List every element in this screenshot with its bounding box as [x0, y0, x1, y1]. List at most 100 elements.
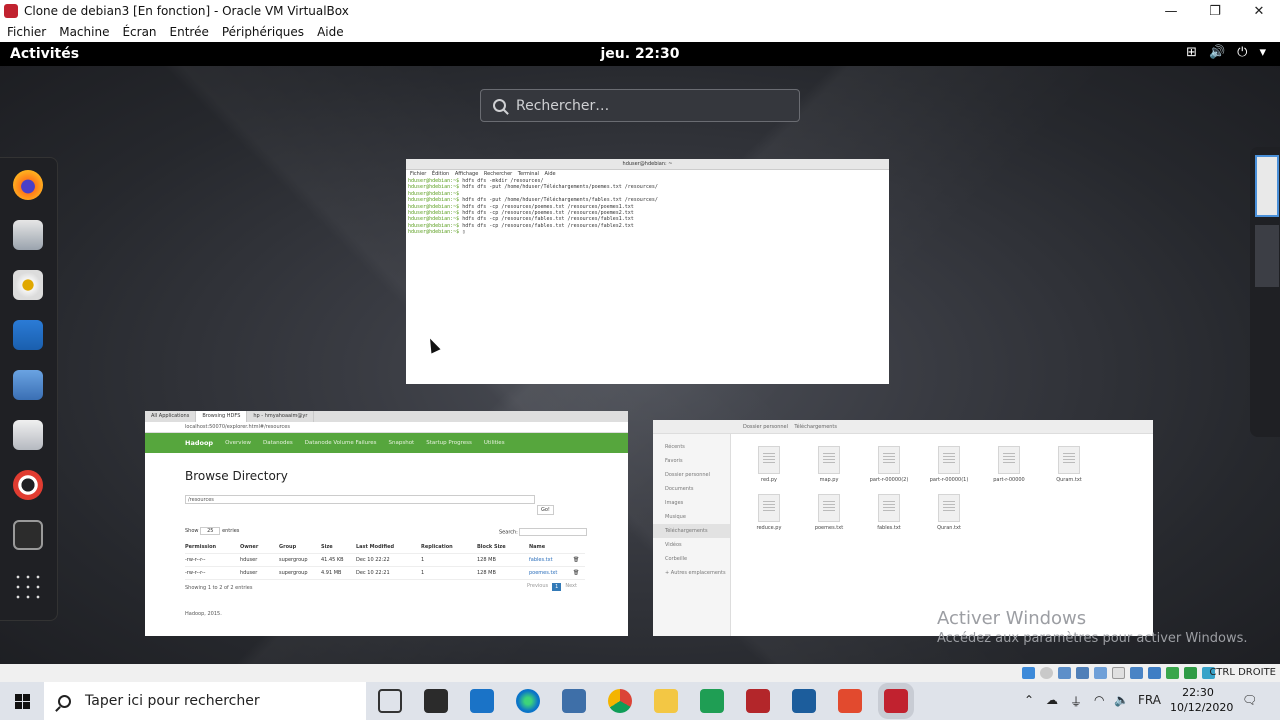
trash-icon[interactable]: 🗑: [573, 570, 579, 576]
recording-indicator-icon[interactable]: [1148, 667, 1161, 679]
menu-ecran[interactable]: Écran: [122, 25, 156, 39]
task-view-icon[interactable]: [378, 689, 402, 713]
wifi-icon[interactable]: ◠: [1094, 693, 1104, 707]
browser-tab[interactable]: All Applications: [145, 411, 197, 422]
language-indicator[interactable]: FRA: [1138, 693, 1161, 707]
sidebar-item-favorites[interactable]: Favoris: [653, 454, 730, 468]
photos-icon[interactable]: [792, 689, 816, 713]
sidebar-item-images[interactable]: Images: [653, 496, 730, 510]
audio-indicator-icon[interactable]: [1058, 667, 1071, 679]
nav-item[interactable]: Startup Progress: [426, 440, 472, 446]
sidebar-item-downloads[interactable]: Téléchargements: [653, 524, 730, 538]
network-indicator-icon[interactable]: [1076, 667, 1089, 679]
start-button[interactable]: [0, 682, 44, 720]
files-window[interactable]: Dossier personnel Téléchargements Récent…: [653, 420, 1153, 636]
sidebar-item-documents[interactable]: Documents: [653, 482, 730, 496]
display-indicator-icon[interactable]: [1130, 667, 1143, 679]
close-icon[interactable]: ✕: [1236, 0, 1280, 22]
browser-window[interactable]: All Applications Browsing HDFS hp - hmya…: [145, 411, 628, 636]
clock[interactable]: jeu. 22:30: [0, 46, 1280, 62]
breadcrumb-downloads[interactable]: Téléchargements: [794, 424, 837, 430]
browser-tab[interactable]: hp - hmyahoaaim@yr: [247, 411, 315, 422]
usb-indicator-icon[interactable]: [1094, 667, 1107, 679]
workspace-1[interactable]: [1255, 155, 1279, 217]
app-icon[interactable]: [838, 689, 862, 713]
menu-entree[interactable]: Entrée: [170, 25, 209, 39]
sidebar-item-other-locations[interactable]: + Autres emplacements: [653, 566, 730, 580]
table-search-input[interactable]: [519, 528, 588, 536]
sidebar-item-home[interactable]: Dossier personnel: [653, 468, 730, 482]
files-icon[interactable]: [13, 370, 43, 400]
file-item[interactable]: part-r-00000(1): [919, 446, 979, 494]
help-icon[interactable]: [13, 470, 43, 500]
chrome-icon[interactable]: [608, 689, 632, 713]
minimize-icon[interactable]: —: [1148, 0, 1194, 22]
mouse-integration-icon[interactable]: [1184, 667, 1197, 679]
entries-select[interactable]: 25: [200, 527, 221, 535]
trash-icon[interactable]: 🗑: [573, 557, 579, 563]
nav-item[interactable]: Datanodes: [263, 440, 293, 446]
file-item[interactable]: red.py: [739, 446, 799, 494]
file-explorer-icon[interactable]: [654, 689, 678, 713]
mail-icon[interactable]: [470, 689, 494, 713]
file-item[interactable]: reduce.py: [739, 494, 799, 542]
previous-button[interactable]: Previous: [527, 583, 548, 591]
file-item[interactable]: Quran.txt: [919, 494, 979, 542]
shared-folder-icon[interactable]: [1112, 667, 1125, 679]
disk-indicator-icon[interactable]: [1022, 667, 1035, 679]
nav-item[interactable]: Utilities: [484, 440, 505, 446]
file-item[interactable]: map.py: [799, 446, 859, 494]
cpu-indicator-icon[interactable]: [1166, 667, 1179, 679]
file-link[interactable]: poemes.txt: [529, 570, 573, 576]
virtualbox-vm-icon[interactable]: [884, 689, 908, 713]
show-apps-icon[interactable]: [13, 572, 43, 602]
taskbar-clock[interactable]: 22:30 10/12/2020: [1170, 685, 1233, 715]
page-button[interactable]: 1: [552, 583, 562, 591]
breadcrumb-home[interactable]: Dossier personnel: [743, 424, 788, 430]
system-menu[interactable]: ⊞ 🔊 ⏻ ▾: [1186, 45, 1266, 60]
sidebar-item-recents[interactable]: Récents: [653, 440, 730, 454]
optical-indicator-icon[interactable]: [1040, 667, 1053, 679]
store-icon[interactable]: [424, 689, 448, 713]
menu-aide[interactable]: Aide: [317, 25, 344, 39]
firefox-icon[interactable]: [13, 170, 43, 200]
onedrive-icon[interactable]: ☁: [1046, 693, 1058, 707]
address-bar[interactable]: localhost:50070/explorer.html#/resources: [145, 422, 628, 433]
sidebar-item-music[interactable]: Musique: [653, 510, 730, 524]
nav-item[interactable]: Overview: [225, 440, 251, 446]
file-item[interactable]: part-r-00000(2): [859, 446, 919, 494]
taskbar-search-input[interactable]: Taper ici pour rechercher: [44, 682, 366, 720]
evolution-icon[interactable]: [13, 220, 43, 250]
writer-icon[interactable]: [13, 320, 43, 350]
filezilla-icon[interactable]: [746, 689, 770, 713]
next-button[interactable]: Next: [565, 583, 577, 591]
menu-fichier[interactable]: Fichier: [7, 25, 46, 39]
camtasia-icon[interactable]: [700, 689, 724, 713]
workspace-2[interactable]: [1255, 225, 1279, 287]
browser-tab[interactable]: Browsing HDFS: [196, 411, 248, 422]
menu-machine[interactable]: Machine: [59, 25, 109, 39]
edge-icon[interactable]: [516, 689, 540, 713]
menu-peripheriques[interactable]: Périphériques: [222, 25, 304, 39]
notifications-icon[interactable]: 🗨: [1242, 693, 1257, 707]
file-link[interactable]: fables.txt: [529, 557, 573, 563]
nav-item[interactable]: Datanode Volume Failures: [305, 440, 377, 446]
sidebar-item-videos[interactable]: Vidéos: [653, 538, 730, 552]
go-button[interactable]: Go!: [537, 505, 554, 515]
sidebar-item-trash[interactable]: Corbeille: [653, 552, 730, 566]
hadoop-brand[interactable]: Hadoop: [185, 439, 213, 447]
file-item[interactable]: poemes.txt: [799, 494, 859, 542]
file-item[interactable]: part-r-00000: [979, 446, 1039, 494]
software-icon[interactable]: [13, 420, 43, 450]
speaker-icon[interactable]: 🔈: [1114, 693, 1129, 707]
overview-search-input[interactable]: Rechercher…: [480, 89, 800, 122]
file-item[interactable]: Quram.txt: [1039, 446, 1099, 494]
chevron-up-icon[interactable]: ⌃: [1024, 693, 1034, 707]
terminal-icon[interactable]: [13, 520, 43, 550]
nav-item[interactable]: Snapshot: [389, 440, 415, 446]
virtualbox-manager-icon[interactable]: [562, 689, 586, 713]
restore-icon[interactable]: ❐: [1192, 0, 1238, 22]
file-item[interactable]: fables.txt: [859, 494, 919, 542]
usb-icon[interactable]: ⏚: [1070, 693, 1082, 710]
terminal-window[interactable]: hduser@hdebian: ~ Fichier Édition Affich…: [406, 159, 889, 384]
